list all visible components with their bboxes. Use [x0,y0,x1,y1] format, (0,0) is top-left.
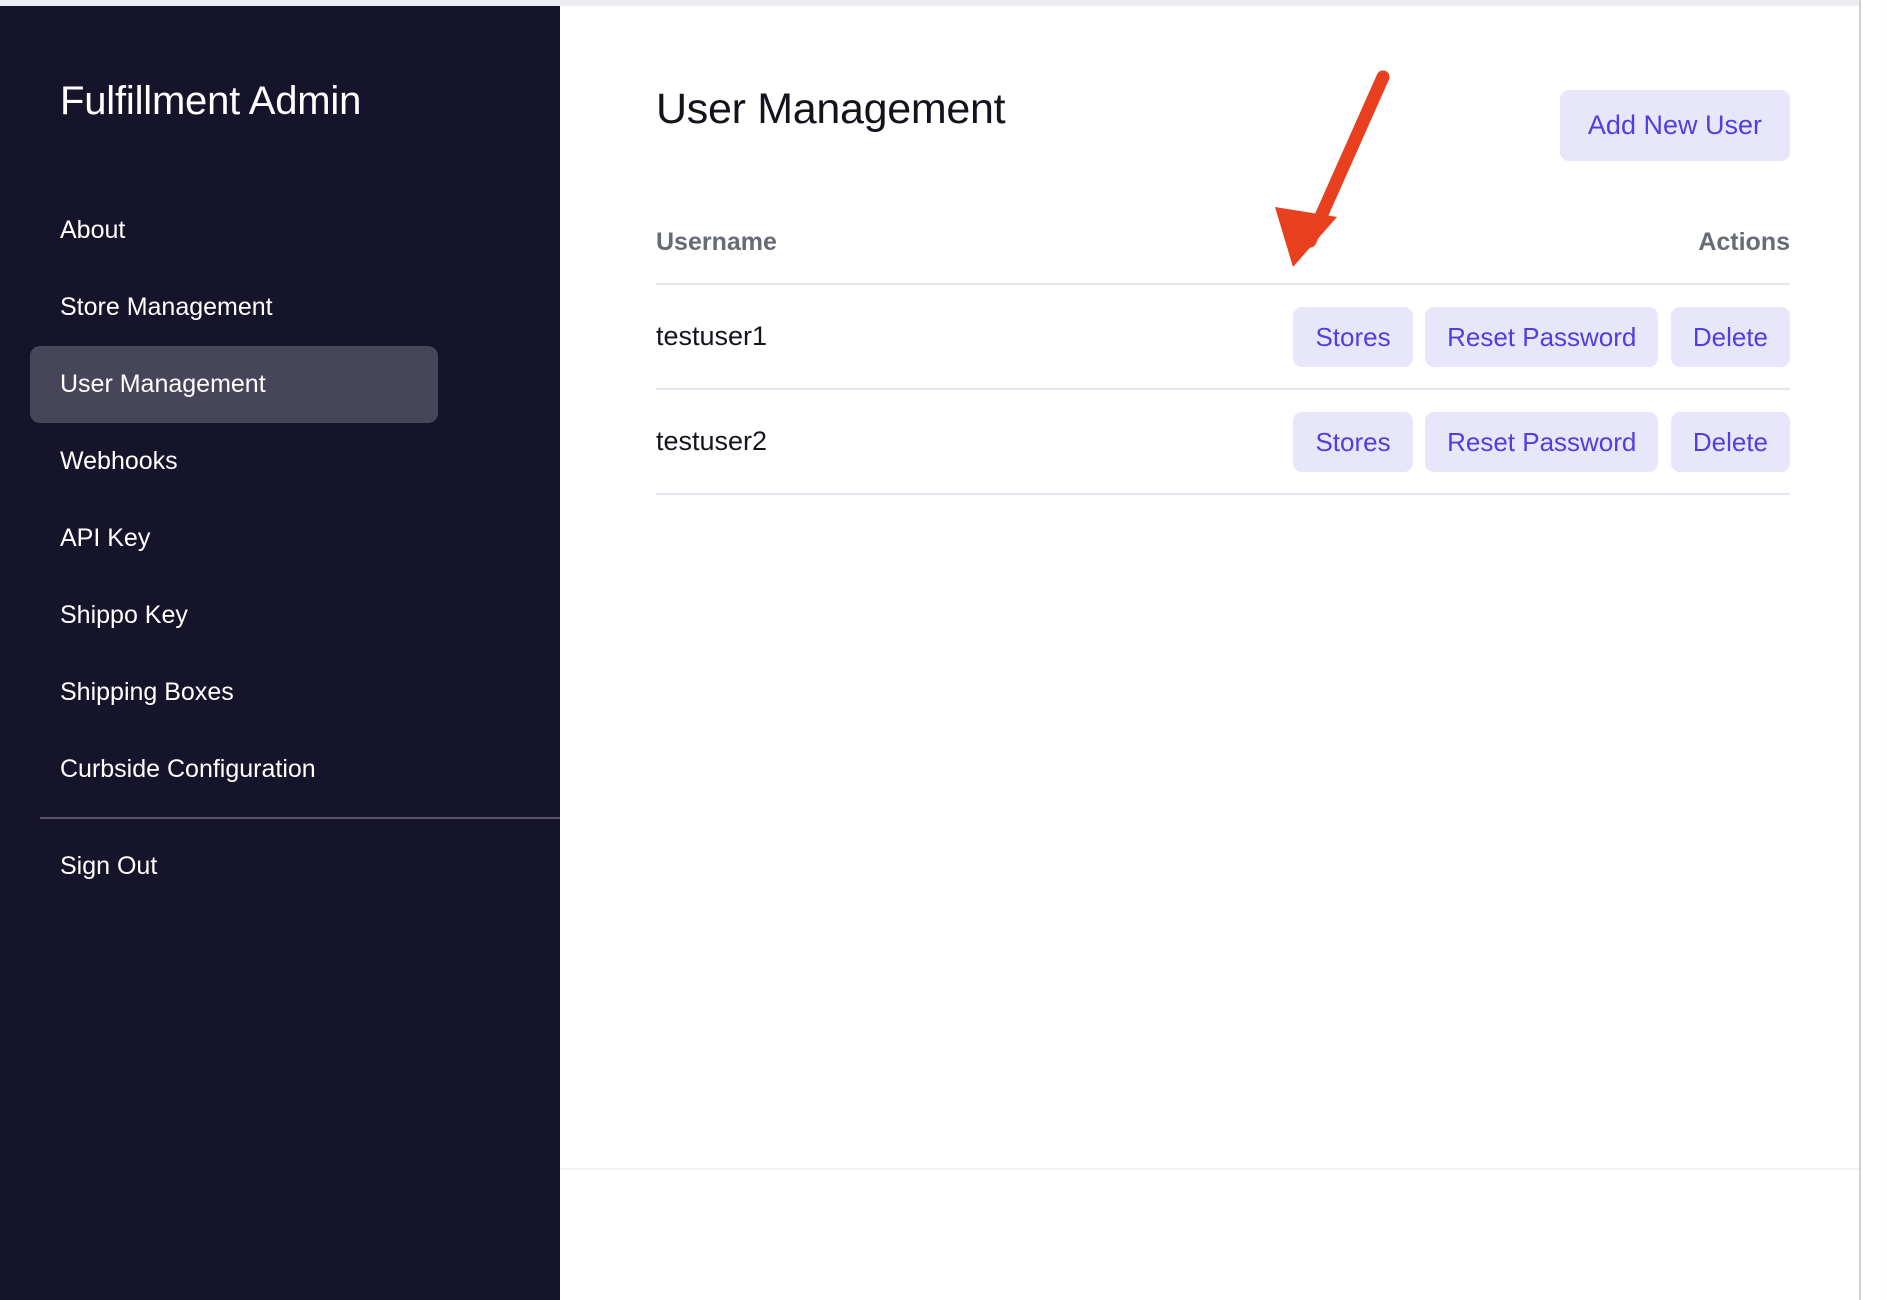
table-row: testuser2 Stores Reset Password Delete [656,389,1790,495]
window-right-edge [1859,0,1887,1300]
sidebar-nav: About Store Management User Management W… [0,192,560,905]
stores-button[interactable]: Stores [1293,306,1413,367]
sidebar-item-label: About [60,216,126,244]
sidebar-item-sign-out[interactable]: Sign Out [0,828,560,905]
stores-button[interactable]: Stores [1293,411,1413,472]
main-content: User Management Add New User Username Ac… [560,0,1887,1300]
content-footer-rule [560,1168,1859,1170]
cell-actions: Stores Reset Password Delete [1223,284,1790,390]
users-table-head: Username Actions [656,228,1790,285]
sidebar: Fulfillment Admin About Store Management… [0,0,560,1300]
page-title: User Management [656,85,1006,133]
cell-username: testuser2 [656,389,1223,495]
window-top-chrome-main [560,0,1859,6]
table-row: testuser1 Stores Reset Password Delete [656,284,1790,390]
sidebar-item-label: Webhooks [60,447,178,475]
sidebar-item-webhooks[interactable]: Webhooks [0,423,560,500]
column-header-actions: Actions [1223,228,1790,285]
app-window: Fulfillment Admin About Store Management… [0,0,1887,1300]
sidebar-item-label: Sign Out [60,852,158,880]
delete-button[interactable]: Delete [1670,306,1790,367]
app-brand-title: Fulfillment Admin [60,79,362,123]
sidebar-item-store-management[interactable]: Store Management [0,269,560,346]
users-table-body: testuser1 Stores Reset Password Delete t… [656,284,1790,495]
users-table-header-row: Username Actions [656,228,1790,285]
column-header-username: Username [656,228,1223,285]
delete-button[interactable]: Delete [1670,411,1790,472]
sidebar-item-shipping-boxes[interactable]: Shipping Boxes [0,654,560,731]
window-top-chrome [0,0,560,6]
background-window-sliver [1879,0,1887,1300]
reset-password-button[interactable]: Reset Password [1425,306,1659,367]
sidebar-item-label: Store Management [60,293,273,321]
sidebar-item-about[interactable]: About [0,192,560,269]
sidebar-item-shippo-key[interactable]: Shippo Key [0,577,560,654]
cell-actions: Stores Reset Password Delete [1223,389,1790,495]
sidebar-item-label: API Key [60,524,151,552]
users-table: Username Actions testuser1 Stores Reset … [656,228,1790,495]
cell-username: testuser1 [656,284,1223,390]
add-new-user-button[interactable]: Add New User [1559,90,1790,161]
sidebar-item-label: Shipping Boxes [60,678,234,706]
sidebar-item-label: Curbside Configuration [60,755,316,783]
sidebar-item-api-key[interactable]: API Key [0,500,560,577]
reset-password-button[interactable]: Reset Password [1425,411,1659,472]
content-wrapper: User Management Add New User Username Ac… [560,0,1887,495]
sidebar-item-label: User Management [60,370,266,398]
sidebar-item-label: Shippo Key [60,601,188,629]
sidebar-divider [40,817,560,819]
page-header: User Management Add New User [656,88,1790,168]
sidebar-item-user-management[interactable]: User Management [30,346,438,423]
sidebar-item-curbside-configuration[interactable]: Curbside Configuration [0,731,560,808]
